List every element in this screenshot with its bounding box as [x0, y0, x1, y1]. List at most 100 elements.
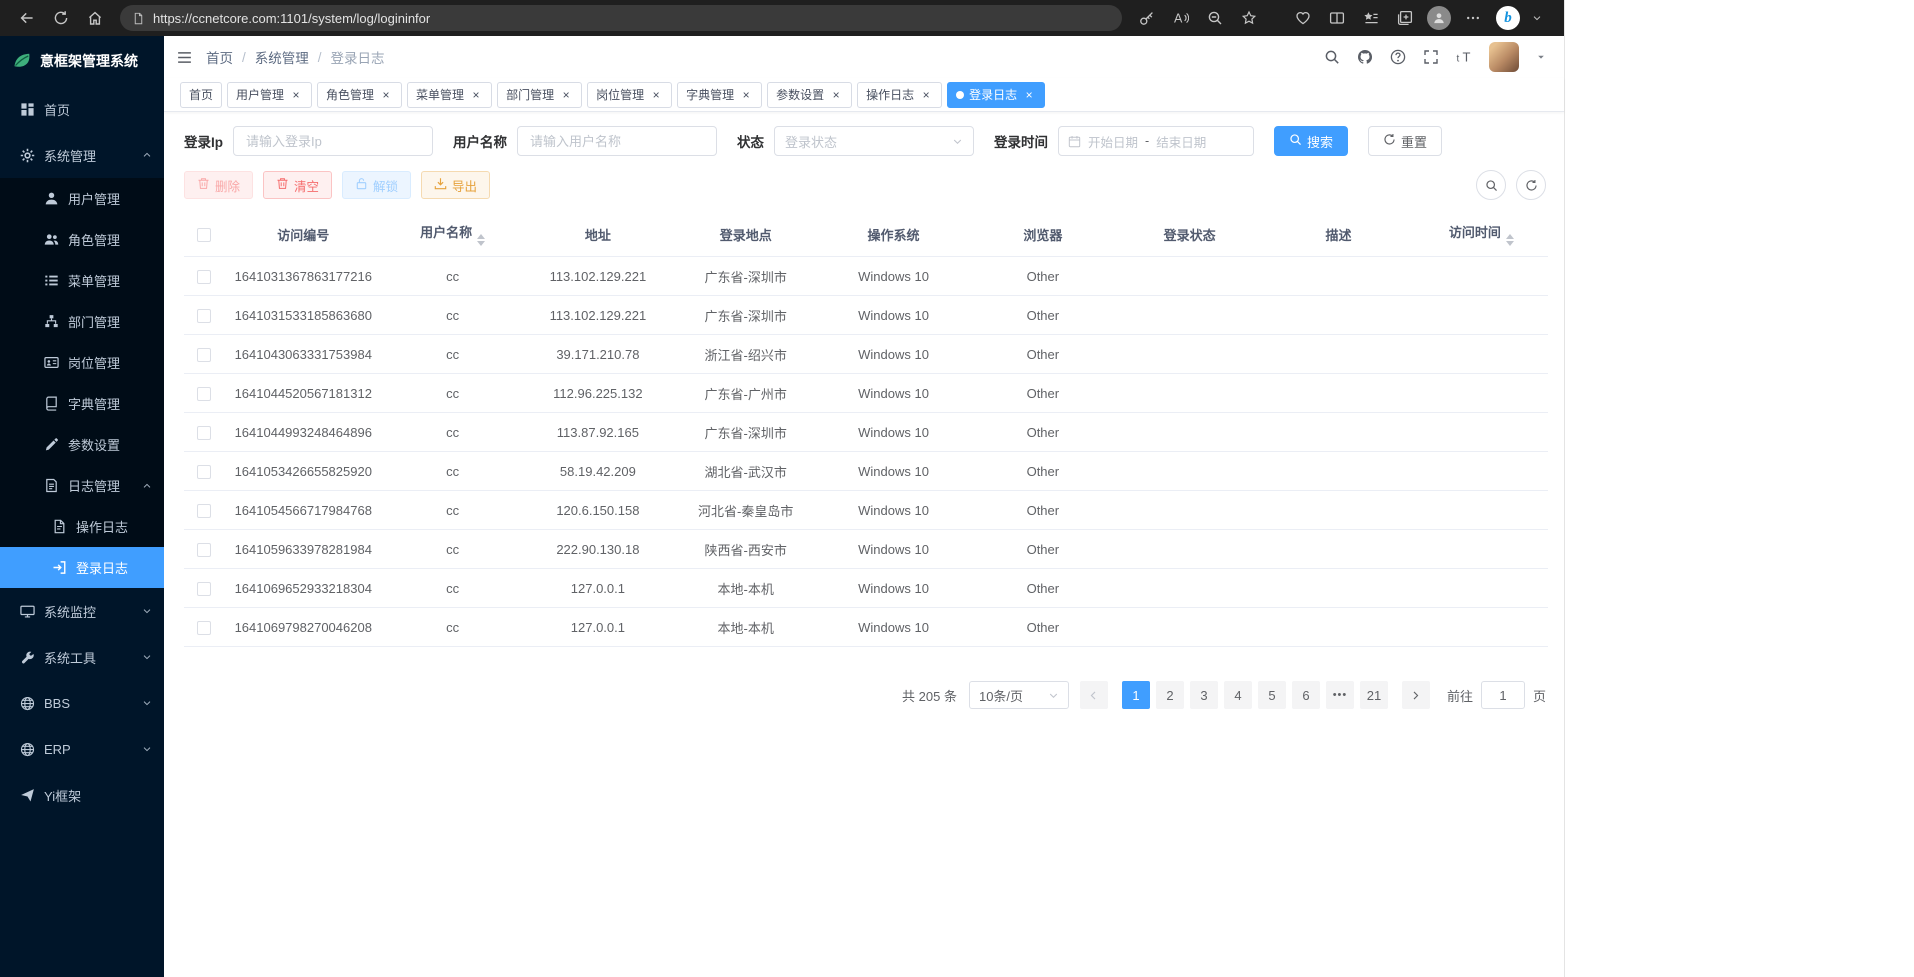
password-manager-icon[interactable] — [1130, 3, 1164, 33]
unlock-button[interactable]: 解锁 — [342, 171, 411, 199]
toggle-search-button[interactable] — [1476, 170, 1506, 200]
browser-essentials-icon[interactable] — [1286, 3, 1320, 33]
export-button[interactable]: 导出 — [421, 171, 490, 199]
sidebar-item[interactable]: 系统监控 — [0, 588, 164, 634]
address-bar[interactable]: https://ccnetcore.com:1101/system/log/lo… — [120, 5, 1122, 31]
more-pages-button[interactable]: ••• — [1326, 681, 1354, 709]
breadcrumb-item-home[interactable]: 首页 — [206, 47, 233, 67]
sidebar-item[interactable]: ERP — [0, 726, 164, 772]
row-checkbox[interactable] — [197, 309, 211, 323]
column-header-time[interactable]: 访问时间 — [1415, 212, 1548, 257]
page-button-3[interactable]: 3 — [1190, 681, 1218, 709]
tab-close-icon[interactable]: × — [739, 88, 753, 102]
tab-item[interactable]: 首页 — [180, 82, 222, 108]
favorites-icon[interactable] — [1354, 3, 1388, 33]
github-icon[interactable] — [1357, 49, 1373, 65]
select-all-checkbox[interactable] — [197, 228, 211, 242]
page-button-5[interactable]: 5 — [1258, 681, 1286, 709]
tab-close-icon[interactable]: × — [829, 88, 843, 102]
tab-item-active[interactable]: 登录日志× — [947, 82, 1045, 108]
browser-refresh-icon[interactable] — [44, 3, 78, 33]
row-checkbox[interactable] — [197, 387, 211, 401]
row-checkbox[interactable] — [197, 543, 211, 557]
sidebar-item[interactable]: BBS — [0, 680, 164, 726]
tab-close-icon[interactable]: × — [1022, 88, 1036, 102]
tab-item[interactable]: 部门管理× — [497, 82, 582, 108]
clear-button[interactable]: 清空 — [263, 171, 332, 199]
refresh-table-button[interactable] — [1516, 170, 1546, 200]
tab-close-icon[interactable]: × — [289, 88, 303, 102]
tab-item[interactable]: 岗位管理× — [587, 82, 672, 108]
page-button-21[interactable]: 21 — [1360, 681, 1388, 709]
page-button-2[interactable]: 2 — [1156, 681, 1184, 709]
sort-caret-icon[interactable] — [1506, 234, 1514, 246]
row-checkbox[interactable] — [197, 621, 211, 635]
tab-item[interactable]: 参数设置× — [767, 82, 852, 108]
copilot-caret-icon[interactable] — [1520, 3, 1554, 33]
page-button-1[interactable]: 1 — [1122, 681, 1150, 709]
user-avatar[interactable] — [1489, 42, 1519, 72]
browser-home-icon[interactable] — [78, 3, 112, 33]
collapse-sidebar-icon[interactable] — [176, 49, 193, 66]
goto-page-input[interactable] — [1481, 681, 1525, 709]
browser-profile-avatar[interactable] — [1422, 3, 1456, 33]
tab-close-icon[interactable]: × — [649, 88, 663, 102]
sidebar-item[interactable]: 角色管理 — [0, 219, 164, 260]
tab-close-icon[interactable]: × — [919, 88, 933, 102]
split-screen-icon[interactable] — [1320, 3, 1354, 33]
sidebar-item[interactable]: 登录日志 — [0, 547, 164, 588]
sidebar-item[interactable]: 日志管理 — [0, 465, 164, 506]
sidebar-item[interactable]: 系统工具 — [0, 634, 164, 680]
help-icon[interactable] — [1390, 49, 1406, 65]
row-checkbox[interactable] — [197, 348, 211, 362]
reset-button[interactable]: 重置 — [1368, 126, 1442, 156]
user-name-input[interactable] — [517, 126, 717, 156]
row-checkbox[interactable] — [197, 426, 211, 440]
sidebar-item[interactable]: 参数设置 — [0, 424, 164, 465]
row-checkbox[interactable] — [197, 465, 211, 479]
tab-item[interactable]: 角色管理× — [317, 82, 402, 108]
copilot-icon[interactable]: b — [1496, 6, 1520, 30]
tab-item[interactable]: 用户管理× — [227, 82, 312, 108]
sidebar-item[interactable]: 菜单管理 — [0, 260, 164, 301]
tab-item[interactable]: 操作日志× — [857, 82, 942, 108]
avatar-caret-icon[interactable] — [1536, 52, 1546, 62]
font-size-icon[interactable]: tT — [1456, 49, 1472, 65]
sidebar-item[interactable]: Yi框架 — [0, 772, 164, 818]
fullscreen-icon[interactable] — [1423, 49, 1439, 65]
read-aloud-icon[interactable]: A — [1164, 3, 1198, 33]
sidebar-item[interactable]: 字典管理 — [0, 383, 164, 424]
sidebar-item[interactable]: 岗位管理 — [0, 342, 164, 383]
zoom-icon[interactable] — [1198, 3, 1232, 33]
browser-back-icon[interactable] — [10, 3, 44, 33]
site-info-icon[interactable] — [132, 12, 145, 25]
next-page-button[interactable] — [1402, 681, 1430, 709]
row-checkbox[interactable] — [197, 504, 211, 518]
tab-close-icon[interactable]: × — [469, 88, 483, 102]
sidebar-item[interactable]: 系统管理 — [0, 132, 164, 178]
status-select[interactable]: 登录状态 — [774, 126, 974, 156]
sidebar-item[interactable]: 操作日志 — [0, 506, 164, 547]
favorite-this-page-icon[interactable] — [1232, 3, 1266, 33]
column-header-user[interactable]: 用户名称 — [382, 212, 522, 257]
tab-close-icon[interactable]: × — [559, 88, 573, 102]
page-button-6[interactable]: 6 — [1292, 681, 1320, 709]
prev-page-button[interactable] — [1080, 681, 1108, 709]
login-ip-input[interactable] — [233, 126, 433, 156]
sidebar-item[interactable]: 首页 — [0, 86, 164, 132]
sidebar-item[interactable]: 用户管理 — [0, 178, 164, 219]
tab-item[interactable]: 字典管理× — [677, 82, 762, 108]
tab-close-icon[interactable]: × — [379, 88, 393, 102]
row-checkbox[interactable] — [197, 582, 211, 596]
row-checkbox[interactable] — [197, 270, 211, 284]
search-button[interactable]: 搜索 — [1274, 126, 1348, 156]
collections-icon[interactable] — [1388, 3, 1422, 33]
browser-menu-icon[interactable] — [1456, 3, 1490, 33]
sort-caret-icon[interactable] — [477, 234, 485, 246]
login-time-range-picker[interactable]: 开始日期 - 结束日期 — [1058, 126, 1254, 156]
sidebar-item[interactable]: 部门管理 — [0, 301, 164, 342]
tab-item[interactable]: 菜单管理× — [407, 82, 492, 108]
page-size-select[interactable]: 10条/页 — [969, 681, 1069, 709]
delete-button[interactable]: 删除 — [184, 171, 253, 199]
breadcrumb-item-system[interactable]: 系统管理 — [255, 47, 309, 67]
